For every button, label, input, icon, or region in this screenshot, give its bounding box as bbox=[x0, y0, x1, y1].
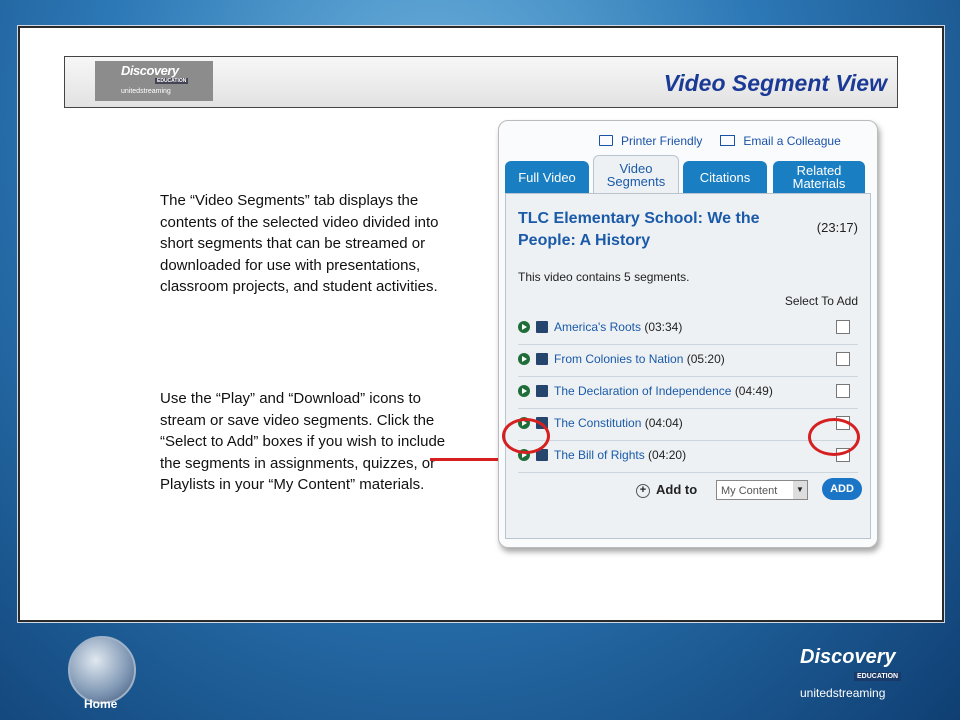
description-paragraph-1: The “Video Segments” tab displays the co… bbox=[160, 192, 439, 295]
highlight-oval-icons bbox=[502, 418, 550, 454]
printer-friendly-link[interactable]: Printer Friendly bbox=[621, 134, 702, 148]
logo-bottom-text: unitedstreaming bbox=[121, 88, 171, 95]
page-title: Video Segment View bbox=[663, 70, 887, 96]
video-duration: (23:17) bbox=[816, 220, 858, 235]
home-button[interactable]: Home bbox=[84, 697, 117, 711]
segment-link[interactable]: The Constitution (04:04) bbox=[554, 416, 683, 430]
segment-row: The Constitution (04:04) bbox=[518, 408, 858, 441]
footer-logo-top: Discovery bbox=[800, 646, 896, 668]
logo-middle-text: EDUCATION bbox=[155, 78, 189, 84]
segment-name[interactable]: The Declaration of Independence bbox=[554, 384, 731, 398]
segment-link[interactable]: From Colonies to Nation (05:20) bbox=[554, 352, 725, 366]
play-icon[interactable] bbox=[518, 353, 530, 365]
download-icon[interactable] bbox=[536, 353, 548, 365]
select-checkbox[interactable] bbox=[836, 352, 850, 366]
plus-icon: + bbox=[636, 483, 650, 498]
segment-duration: (04:49) bbox=[734, 384, 773, 398]
email-icon[interactable] bbox=[720, 135, 736, 147]
download-icon[interactable] bbox=[536, 385, 548, 397]
description-paragraph-2: Use the “Play” and “Download” icons to s… bbox=[160, 390, 446, 493]
segment-name[interactable]: The Constitution bbox=[554, 416, 641, 430]
segment-name[interactable]: The Bill of Rights bbox=[554, 448, 645, 462]
download-icon[interactable] bbox=[536, 321, 548, 333]
add-to-label: Add to bbox=[656, 482, 698, 497]
top-links: Printer Friendly Email a Colleague bbox=[599, 133, 841, 148]
segment-row: From Colonies to Nation (05:20) bbox=[518, 344, 858, 377]
play-icon[interactable] bbox=[518, 385, 530, 397]
segment-count-text: This video contains 5 segments. bbox=[518, 270, 690, 284]
segment-row: The Bill of Rights (04:20) bbox=[518, 440, 858, 473]
segments-panel: TLC Elementary School: We the People: A … bbox=[505, 193, 871, 539]
segment-row: America's Roots (03:34) bbox=[518, 312, 858, 345]
logo-top-text: Discovery bbox=[121, 63, 179, 78]
add-to-selected-value: My Content bbox=[721, 485, 778, 497]
highlight-oval-checkbox bbox=[808, 418, 860, 456]
footer-logo-middle: EDUCATION bbox=[854, 672, 902, 681]
segment-link[interactable]: America's Roots (03:34) bbox=[554, 320, 682, 334]
segment-link[interactable]: The Declaration of Independence (04:49) bbox=[554, 384, 773, 398]
select-checkbox[interactable] bbox=[836, 320, 850, 334]
add-to-bar: + Add to bbox=[636, 482, 697, 498]
tab-related-materials[interactable]: Related Materials bbox=[773, 161, 865, 193]
tab-bar: Full Video Video Segments Citations Rela… bbox=[505, 155, 865, 194]
segment-duration: (05:20) bbox=[686, 352, 725, 366]
segment-view-screenshot: Printer Friendly Email a Colleague Full V… bbox=[498, 120, 878, 548]
printer-icon[interactable] bbox=[599, 135, 613, 147]
segment-duration: (04:20) bbox=[648, 448, 687, 462]
segment-name[interactable]: America's Roots bbox=[554, 320, 641, 334]
slide-panel: Discovery EDUCATION unitedstreaming Vide… bbox=[18, 26, 944, 622]
chevron-down-icon[interactable]: ▼ bbox=[793, 481, 807, 499]
discovery-education-logo: Discovery EDUCATION unitedstreaming bbox=[95, 61, 213, 101]
home-globe-icon[interactable] bbox=[68, 636, 136, 704]
tab-citations[interactable]: Citations bbox=[683, 161, 767, 193]
add-to-select[interactable]: My Content ▼ bbox=[716, 480, 808, 500]
segment-row: The Declaration of Independence (04:49) bbox=[518, 376, 858, 409]
footer-logo-bottom: unitedstreaming bbox=[800, 686, 886, 700]
add-button[interactable]: ADD bbox=[822, 478, 862, 500]
footer-discovery-logo: Discovery EDUCATION unitedstreaming bbox=[800, 646, 904, 706]
segment-name[interactable]: From Colonies to Nation bbox=[554, 352, 683, 366]
tab-full-video[interactable]: Full Video bbox=[505, 161, 589, 193]
email-colleague-link[interactable]: Email a Colleague bbox=[743, 134, 840, 148]
tab-video-segments[interactable]: Video Segments bbox=[593, 155, 679, 194]
select-to-add-label: Select To Add bbox=[784, 294, 858, 308]
segment-duration: (04:04) bbox=[644, 416, 683, 430]
select-checkbox[interactable] bbox=[836, 384, 850, 398]
segment-link[interactable]: The Bill of Rights (04:20) bbox=[554, 448, 686, 462]
header-bar: Discovery EDUCATION unitedstreaming Vide… bbox=[64, 56, 898, 108]
video-title[interactable]: TLC Elementary School: We the People: A … bbox=[518, 208, 778, 252]
play-icon[interactable] bbox=[518, 321, 530, 333]
segment-duration: (03:34) bbox=[644, 320, 683, 334]
